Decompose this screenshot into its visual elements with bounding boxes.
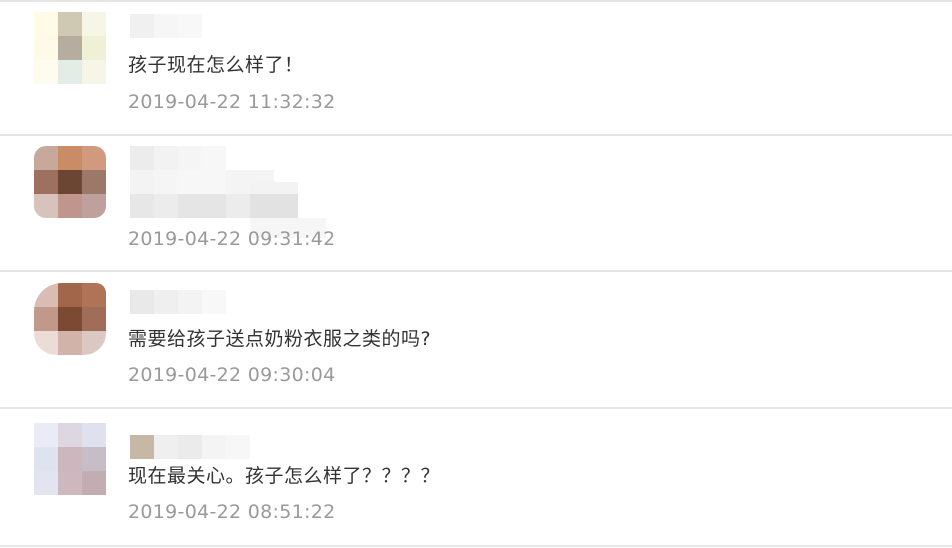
comment-timestamp: 2019-04-22 09:31:42	[128, 228, 336, 250]
avatar-pixel	[34, 331, 58, 355]
avatar-pixel	[58, 331, 82, 355]
avatar-pixel	[34, 12, 58, 36]
avatar[interactable]	[34, 283, 106, 355]
avatar-pixel	[58, 194, 82, 218]
avatar-pixel	[82, 146, 106, 170]
comment-item: 2019-04-22 09:31:42	[0, 136, 952, 272]
avatar-pixel	[58, 170, 82, 194]
avatar-pixel	[58, 60, 82, 84]
comment-text: 需要给孩子送点奶粉衣服之类的吗?	[128, 328, 432, 350]
avatar-pixel	[58, 36, 82, 60]
avatar-pixel	[82, 170, 106, 194]
avatar-pixel	[34, 471, 58, 495]
avatar-pixel	[58, 471, 82, 495]
username-redacted[interactable]	[130, 435, 250, 459]
avatar-pixel	[34, 423, 58, 447]
avatar[interactable]	[34, 146, 106, 218]
avatar-pixel	[82, 307, 106, 331]
avatar-pixel	[34, 194, 58, 218]
avatar-pixel	[82, 471, 106, 495]
avatar-pixel	[34, 60, 58, 84]
comment-item: 孩子现在怎么样了！ 2019-04-22 11:32:32	[0, 0, 952, 136]
avatar-pixel	[34, 36, 58, 60]
username-redacted[interactable]	[130, 146, 226, 170]
avatar-pixel	[82, 283, 106, 307]
username-redacted[interactable]	[130, 290, 226, 314]
avatar-pixel	[58, 423, 82, 447]
comment-text: 孩子现在怎么样了！	[128, 54, 304, 76]
avatar-pixel	[34, 283, 58, 307]
avatar-pixel	[58, 146, 82, 170]
avatar-pixel	[82, 331, 106, 355]
comment-timestamp: 2019-04-22 08:51:22	[128, 501, 336, 523]
avatar-pixel	[34, 447, 58, 471]
avatar[interactable]	[34, 12, 106, 84]
avatar-pixel	[58, 447, 82, 471]
comment-text-redacted	[130, 194, 298, 218]
avatar-pixel	[82, 60, 106, 84]
avatar-pixel	[58, 307, 82, 331]
avatar-pixel	[34, 146, 58, 170]
avatar-pixel	[82, 36, 106, 60]
comment-item: 现在最关心。孩子怎么样了？？？？ 2019-04-22 08:51:22	[0, 409, 952, 545]
divider	[0, 545, 952, 547]
avatar-pixel	[82, 447, 106, 471]
avatar-pixel	[58, 12, 82, 36]
comment-timestamp: 2019-04-22 09:30:04	[128, 364, 336, 386]
comment-item: 需要给孩子送点奶粉衣服之类的吗? 2019-04-22 09:30:04	[0, 272, 952, 408]
avatar-pixel	[82, 194, 106, 218]
avatar-pixel	[34, 170, 58, 194]
avatar-pixel	[82, 423, 106, 447]
comment-text: 现在最关心。孩子怎么样了？？？？	[128, 465, 441, 487]
comment-list: 孩子现在怎么样了！ 2019-04-22 11:32:32 2019-04-22…	[0, 0, 952, 548]
avatar[interactable]	[34, 423, 106, 495]
avatar-pixel	[58, 283, 82, 307]
comment-timestamp: 2019-04-22 11:32:32	[128, 91, 336, 113]
avatar-pixel	[82, 12, 106, 36]
username-redacted[interactable]	[130, 14, 202, 38]
avatar-pixel	[34, 307, 58, 331]
